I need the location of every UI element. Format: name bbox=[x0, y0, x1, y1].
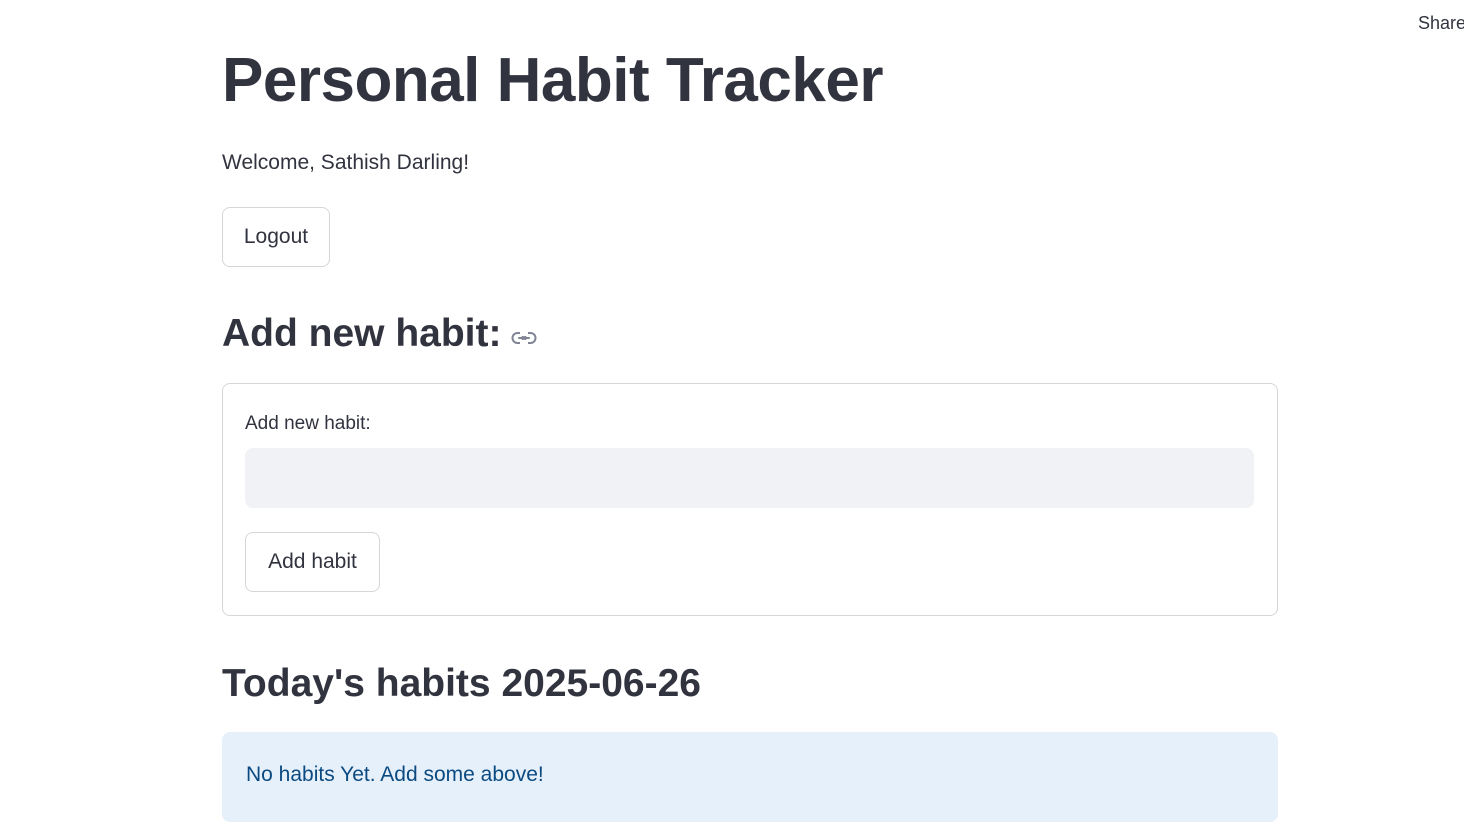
habit-input-label: Add new habit: bbox=[245, 413, 371, 434]
add-habit-heading-text: Add new habit: bbox=[222, 312, 502, 355]
add-habit-form: Add new habit: Add habit bbox=[222, 383, 1278, 616]
todays-habits-heading: Today's habits 2025-06-26 bbox=[222, 658, 701, 710]
page-title: Personal Habit Tracker bbox=[222, 46, 883, 115]
logout-button[interactable]: Logout bbox=[222, 207, 330, 267]
todays-habits-heading-text: Today's habits bbox=[222, 662, 491, 705]
habit-input[interactable] bbox=[245, 448, 1254, 508]
share-button[interactable]: Share bbox=[1418, 13, 1464, 34]
empty-habits-message: No habits Yet. Add some above! bbox=[246, 763, 544, 786]
add-habit-heading: Add new habit: bbox=[222, 310, 537, 360]
empty-habits-alert: No habits Yet. Add some above! bbox=[222, 732, 1278, 822]
todays-habits-date: 2025-06-26 bbox=[501, 662, 701, 705]
add-habit-button[interactable]: Add habit bbox=[245, 532, 380, 592]
link-icon[interactable] bbox=[511, 309, 537, 357]
welcome-message: Welcome, Sathish Darling! bbox=[222, 151, 470, 174]
